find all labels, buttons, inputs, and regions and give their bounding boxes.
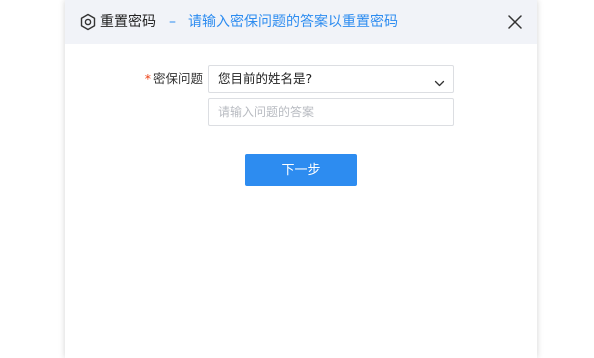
question-row: * 密保问题 您目前的姓名是? (65, 65, 537, 93)
question-selected-value: 您目前的姓名是? (218, 71, 313, 86)
question-label-text: 密保问题 (152, 71, 203, 86)
next-step-button[interactable]: 下一步 (245, 154, 357, 186)
question-select[interactable]: 您目前的姓名是? (208, 65, 454, 93)
dialog-subtitle: – 请输入密保问题的答案以重置密码 (169, 13, 398, 31)
question-label: * 密保问题 (135, 65, 203, 93)
close-icon[interactable] (505, 12, 525, 32)
chevron-down-icon (434, 74, 445, 87)
dialog-header: 重置密码 – 请输入密保问题的答案以重置密码 (65, 0, 537, 44)
reset-password-dialog: 重置密码 –请输入密保问题的答案以重置密码 *密保问题 您目前的姓名是? 下一步 (65, 0, 537, 358)
answer-row (65, 98, 537, 126)
answer-field-box (208, 98, 454, 126)
settings-hex-icon (79, 13, 97, 31)
required-mark: * (144, 71, 151, 86)
answer-input[interactable] (209, 99, 453, 125)
subtitle-dash: – (169, 14, 176, 30)
subtitle-text: 请输入密保问题的答案以重置密码 (188, 14, 398, 30)
dialog-title: 重置密码 (100, 14, 156, 30)
close-button[interactable] (505, 12, 525, 32)
